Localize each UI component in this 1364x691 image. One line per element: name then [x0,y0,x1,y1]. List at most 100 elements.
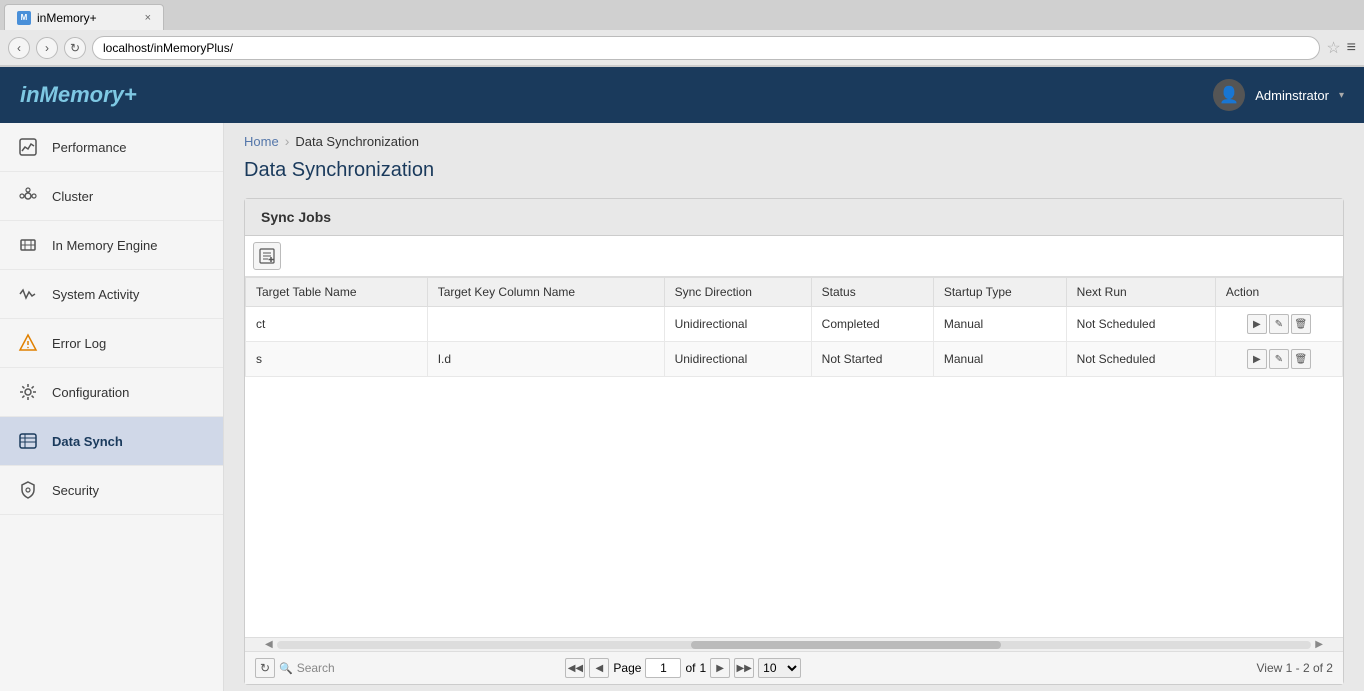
cell-status: Completed [811,307,933,342]
breadcrumb-current: Data Synchronization [295,134,419,149]
run-button-row2[interactable]: ▶ [1247,349,1267,369]
table-header: Target Table Name Target Key Column Name… [246,278,1343,307]
address-bar[interactable]: localhost/inMemoryPlus/ [92,36,1320,60]
main-content: Home › Data Synchronization Data Synchro… [224,123,1364,691]
action-buttons-row2: ▶ ✎ 🗑 [1226,349,1332,369]
col-target-key: Target Key Column Name [427,278,664,307]
page-label: Page [613,661,641,675]
cell-target-key: I.d [427,342,664,377]
sidebar: Performance Cluster [0,123,224,691]
sidebar-item-configuration[interactable]: Configuration [0,368,223,417]
bookmark-button[interactable]: ☆ [1326,38,1340,58]
scrollbar-thumb[interactable] [691,641,1001,649]
page-first-button[interactable]: ◀◀ [565,658,585,678]
search-container[interactable]: 🔍 Search [279,661,335,675]
page-title: Data Synchronization [244,159,1344,182]
run-button-row1[interactable]: ▶ [1247,314,1267,334]
sidebar-item-performance[interactable]: Performance [0,123,223,172]
browser-menu-button[interactable]: ≡ [1347,39,1356,57]
cell-action: ▶ ✎ 🗑 [1215,307,1342,342]
address-text: localhost/inMemoryPlus/ [103,41,233,55]
table-container: Target Table Name Target Key Column Name… [245,277,1343,377]
page-last-button[interactable]: ▶▶ [734,658,754,678]
cell-next-run: Not Scheduled [1066,342,1215,377]
sidebar-item-system-activity[interactable]: System Activity [0,270,223,319]
card-header: Sync Jobs [245,199,1343,236]
delete-button-row2[interactable]: 🗑 [1291,349,1311,369]
sidebar-item-cluster[interactable]: Cluster [0,172,223,221]
breadcrumb: Home › Data Synchronization [224,123,1364,159]
sidebar-label-cluster: Cluster [52,189,93,204]
tab-title: inMemory+ [37,11,97,25]
browser-chrome: M inMemory+ × ‹ › ↻ localhost/inMemoryPl… [0,0,1364,67]
table-body: ct Unidirectional Completed Manual Not S… [246,307,1343,377]
table-row: ct Unidirectional Completed Manual Not S… [246,307,1343,342]
breadcrumb-home[interactable]: Home [244,134,279,149]
col-startup-type: Startup Type [933,278,1066,307]
back-button[interactable]: ‹ [8,37,30,59]
page-size-select[interactable]: 10 25 50 100 [758,658,801,678]
page-prev-button[interactable]: ◀ [589,658,609,678]
user-dropdown-button[interactable]: ▾ [1339,90,1344,101]
cell-status: Not Started [811,342,933,377]
table-header-row: Target Table Name Target Key Column Name… [246,278,1343,307]
security-icon [16,478,40,502]
table-toolbar [245,236,1343,277]
cell-target-key [427,307,664,342]
table-row: s I.d Unidirectional Not Started Manual … [246,342,1343,377]
page-next-button[interactable]: ▶ [710,658,730,678]
sidebar-item-error-log[interactable]: Error Log [0,319,223,368]
breadcrumb-separator: › [285,133,290,149]
delete-button-row1[interactable]: 🗑 [1291,314,1311,334]
cluster-icon [16,184,40,208]
sidebar-item-security[interactable]: Security [0,466,223,515]
sidebar-label-error-log: Error Log [52,336,106,351]
action-buttons-row1: ▶ ✎ 🗑 [1226,314,1332,334]
performance-icon [16,135,40,159]
tab-favicon: M [17,11,31,25]
sync-jobs-table: Target Table Name Target Key Column Name… [245,277,1343,377]
header-right: 👤 Adminstrator ▾ [1213,79,1344,111]
error-log-icon [16,331,40,355]
edit-button-row1[interactable]: ✎ [1269,314,1289,334]
add-sync-job-button[interactable] [253,242,281,270]
cell-startup-type: Manual [933,307,1066,342]
app-header: inMemory+ 👤 Adminstrator ▾ [0,67,1364,123]
scroll-right-arrow[interactable]: ▶ [1311,639,1327,650]
tab-close-button[interactable]: × [145,12,151,24]
sidebar-label-security: Security [52,483,99,498]
sidebar-label-configuration: Configuration [52,385,129,400]
sidebar-label-in-memory-engine: In Memory Engine [52,238,158,253]
cell-action: ▶ ✎ 🗑 [1215,342,1342,377]
configuration-icon [16,380,40,404]
user-name: Adminstrator [1255,88,1329,103]
edit-button-row2[interactable]: ✎ [1269,349,1289,369]
forward-button[interactable]: › [36,37,58,59]
sidebar-item-data-synch[interactable]: Data Synch [0,417,223,466]
page-content: Data Synchronization Sync Jobs [224,159,1364,691]
page-number-input[interactable] [645,658,681,678]
sidebar-label-data-synch: Data Synch [52,434,123,449]
scrollbar-track[interactable] [277,641,1312,649]
user-avatar: 👤 [1213,79,1245,111]
sidebar-item-in-memory-engine[interactable]: In Memory Engine [0,221,223,270]
app-container: inMemory+ 👤 Adminstrator ▾ Performance [0,67,1364,691]
scrollbar-area[interactable]: ◀ ▶ [245,637,1343,651]
col-status: Status [811,278,933,307]
search-label[interactable]: Search [297,661,335,675]
col-action: Action [1215,278,1342,307]
cell-target-table: ct [246,307,428,342]
scroll-left-arrow[interactable]: ◀ [261,639,277,650]
refresh-button[interactable]: ↻ [255,658,275,678]
browser-tab-active[interactable]: M inMemory+ × [4,4,164,30]
cell-sync-direction: Unidirectional [664,342,811,377]
reload-button[interactable]: ↻ [64,37,86,59]
cell-next-run: Not Scheduled [1066,307,1215,342]
in-memory-engine-icon [16,233,40,257]
cell-startup-type: Manual [933,342,1066,377]
sync-jobs-card: Sync Jobs [244,198,1344,685]
app-logo: inMemory+ [20,82,137,108]
total-pages: 1 [699,661,706,675]
system-activity-icon [16,282,40,306]
pagination-left: ↻ 🔍 Search [255,658,335,678]
